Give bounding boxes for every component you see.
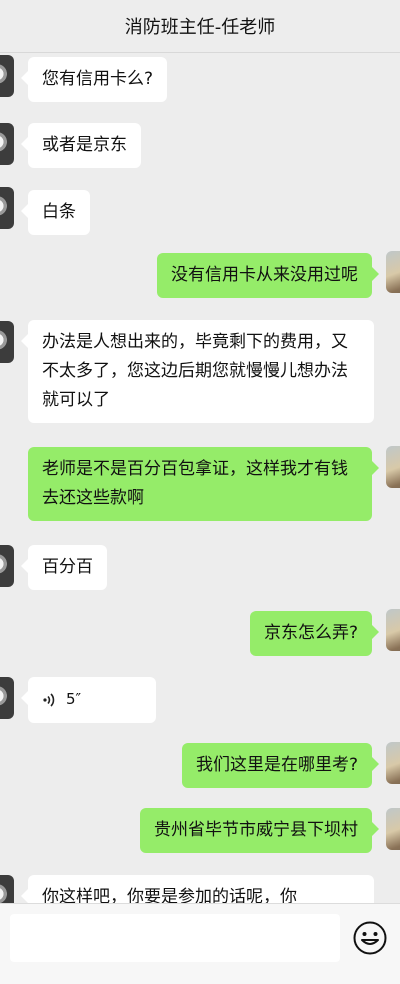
voice-duration: 5″ (66, 690, 82, 708)
message-bubble-outgoing[interactable]: 没有信用卡从来没用过呢 (157, 253, 379, 298)
message-input[interactable] (10, 914, 340, 962)
message-bubble-incoming[interactable]: 或者是京东 (21, 123, 141, 168)
message-bubble-outgoing[interactable]: 京东怎么弄? (249, 611, 380, 656)
contact-avatar[interactable] (0, 677, 14, 719)
message-bubble-outgoing[interactable]: 老师是不是百分百包拿证，这样我才有钱去还这些款啊 (28, 447, 379, 521)
smiley-face-icon[interactable] (352, 920, 388, 956)
contact-avatar[interactable] (0, 321, 14, 363)
chat-title: 消防班主任-任老师 (124, 17, 276, 38)
my-avatar[interactable] (386, 251, 400, 293)
contact-avatar[interactable] (0, 55, 14, 97)
message-list[interactable]: 您有信用卡么? 或者是京东 白条 没有信用卡从来没用过呢 办法是人想出来的，毕竟… (0, 53, 400, 903)
contact-avatar[interactable] (0, 875, 14, 903)
message-bubble-outgoing[interactable]: 贵州省毕节市威宁县下坝村 (140, 808, 379, 853)
message-bubble-outgoing[interactable]: 我们这里是在哪里考? (181, 743, 380, 788)
my-avatar[interactable] (386, 742, 400, 784)
message-bubble-incoming[interactable]: 您有信用卡么? (20, 57, 168, 102)
voice-wave-icon (43, 692, 55, 707)
input-bar (0, 903, 400, 984)
message-bubble-incoming[interactable]: 办法是人想出来的，毕竟剩下的费用，又不太多了，您这边后期您就慢慢儿想办法就可以了 (21, 320, 374, 423)
contact-avatar[interactable] (0, 545, 14, 587)
contact-avatar[interactable] (0, 187, 14, 229)
contact-avatar[interactable] (0, 123, 14, 165)
chat-header: 消防班主任-任老师 (0, 0, 400, 53)
message-bubble-incoming[interactable]: 百分百 (21, 545, 107, 590)
voice-message-bubble[interactable]: 5″ (21, 677, 156, 723)
my-avatar[interactable] (386, 808, 400, 850)
my-avatar[interactable] (386, 609, 400, 651)
my-avatar[interactable] (386, 446, 400, 488)
message-bubble-incoming[interactable]: 白条 (21, 190, 90, 235)
message-bubble-incoming[interactable]: 你这样吧，你要是参加的话呢，你 (21, 875, 374, 903)
